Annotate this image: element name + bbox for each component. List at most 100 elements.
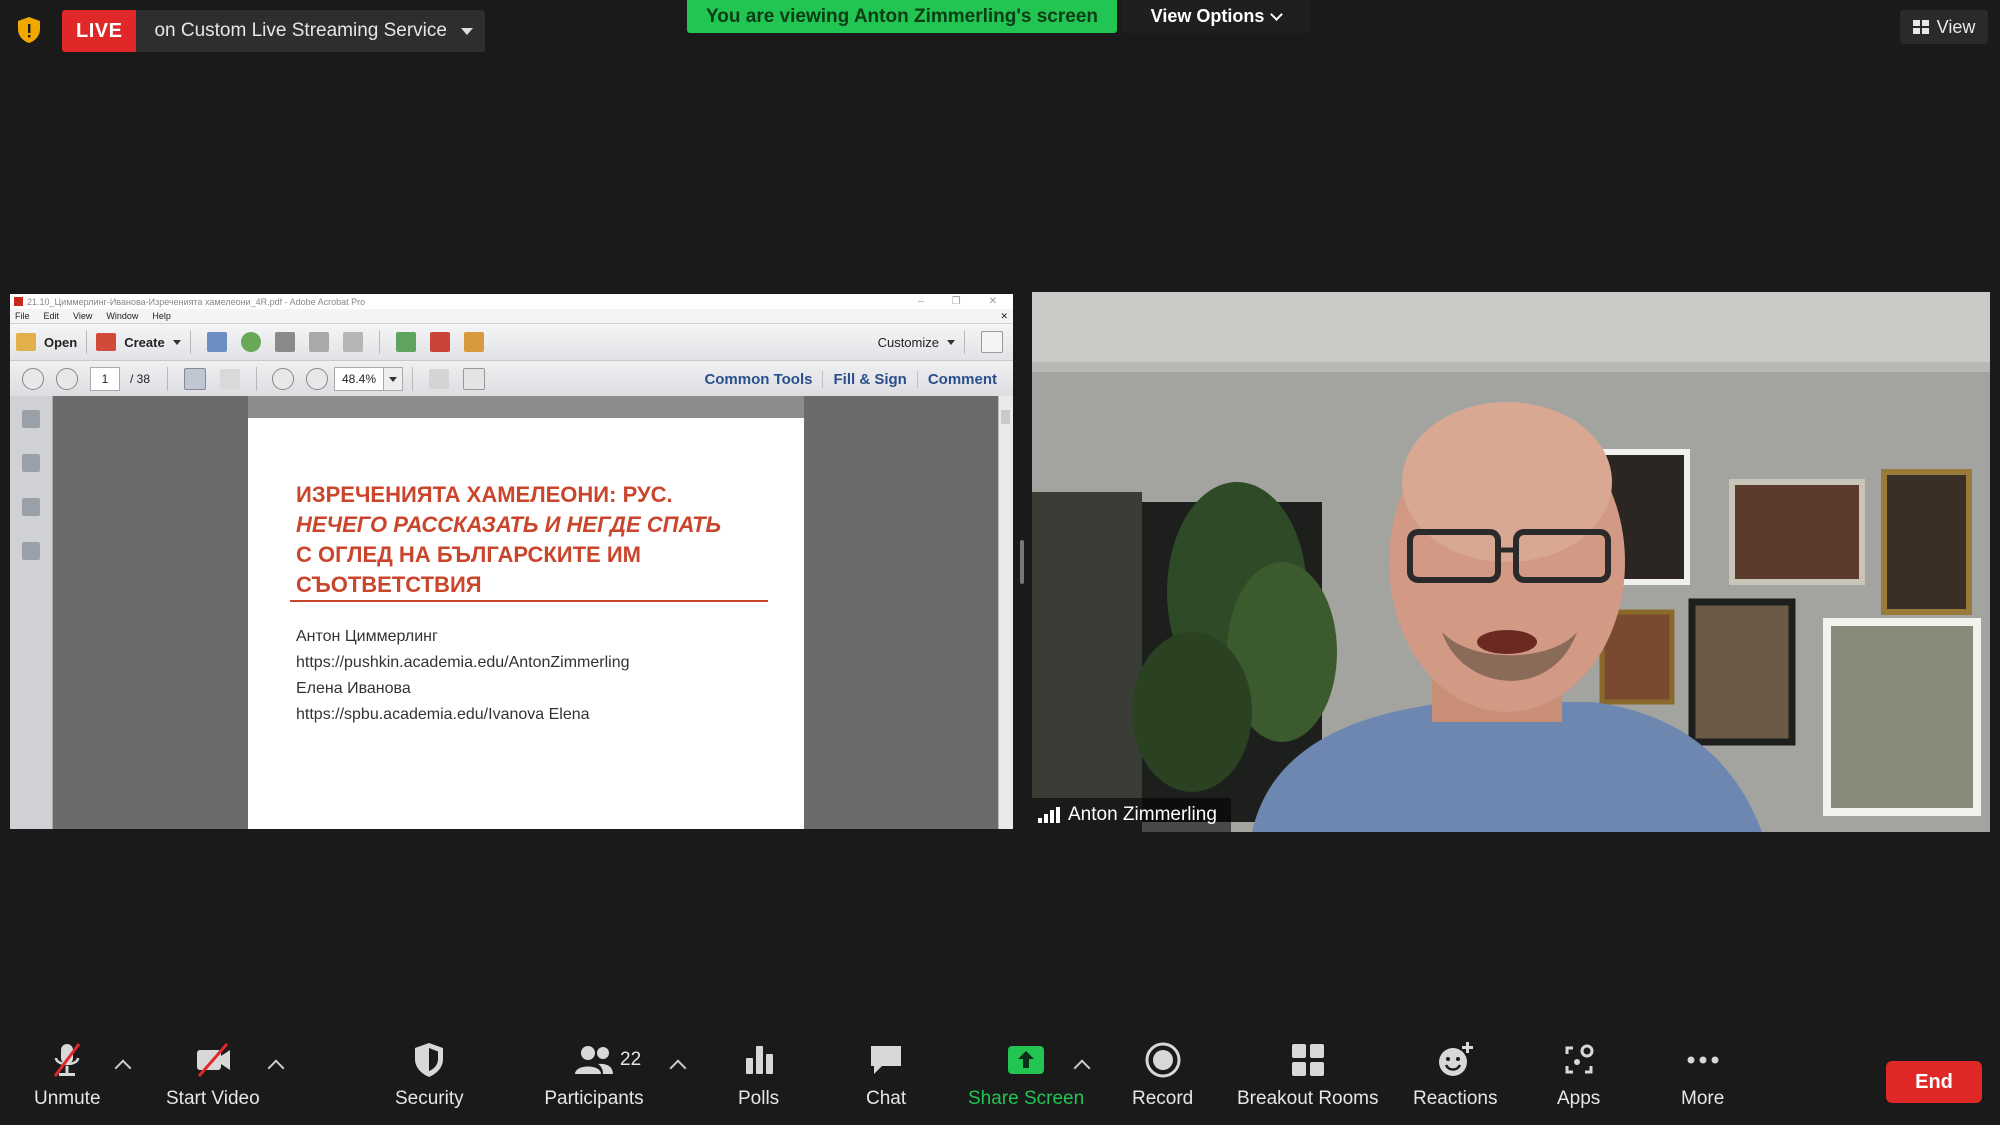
- page-gap: [248, 396, 804, 418]
- save-icon[interactable]: [206, 332, 227, 352]
- viewing-screen-banner: You are viewing Anton Zimmerling's scree…: [687, 0, 1117, 33]
- caret-down-icon: [947, 339, 955, 345]
- breakout-rooms-grid-icon: [1291, 1044, 1324, 1076]
- upload-cloud-icon[interactable]: [240, 332, 261, 352]
- customize-button[interactable]: Customize: [878, 335, 955, 350]
- previous-page-icon[interactable]: [22, 368, 44, 390]
- menu-help[interactable]: Help: [152, 311, 171, 321]
- menu-edit[interactable]: Edit: [44, 311, 60, 321]
- fill-sign-link[interactable]: Fill & Sign: [822, 370, 916, 388]
- participants-label: Participants: [544, 1088, 644, 1109]
- edit-icon[interactable]: [308, 332, 329, 352]
- expand-icon[interactable]: [981, 331, 1003, 353]
- hand-tool-icon[interactable]: [220, 369, 241, 389]
- live-stream-indicator[interactable]: LIVE on Custom Live Streaming Service: [62, 10, 485, 52]
- reactions-smiley-icon: [1439, 1042, 1474, 1076]
- author-name: Елена Иванова: [296, 680, 411, 697]
- page-number-input[interactable]: 1: [90, 367, 120, 391]
- share-icon[interactable]: [463, 332, 484, 352]
- participants-button[interactable]: 22 Participants: [544, 1040, 644, 1110]
- chat-button[interactable]: Chat: [866, 1040, 906, 1110]
- close-document-icon[interactable]: ✕: [1000, 311, 1013, 322]
- minimize-icon[interactable]: –: [918, 296, 924, 307]
- reactions-button[interactable]: Reactions: [1413, 1040, 1498, 1110]
- apps-label: Apps: [1557, 1088, 1601, 1109]
- open-button[interactable]: Open: [16, 333, 77, 351]
- fit-width-icon[interactable]: [429, 369, 450, 389]
- pdf-title-line: НЕЧЕГО РАССКАЗАТЬ И НЕГДЕ СПАТЬ: [296, 512, 722, 537]
- apps-button[interactable]: Apps: [1557, 1040, 1600, 1110]
- participant-name-tag: Anton Zimmerling: [1032, 798, 1231, 832]
- microphone-muted-icon: [54, 1043, 81, 1077]
- chat-bubble-icon: [871, 1046, 902, 1074]
- attachment-icon[interactable]: [22, 498, 40, 516]
- unmute-button[interactable]: Unmute: [34, 1040, 101, 1110]
- create-label: Create: [124, 334, 165, 350]
- breakout-rooms-label: Breakout Rooms: [1237, 1088, 1379, 1109]
- start-video-button[interactable]: Start Video: [166, 1040, 260, 1110]
- common-tools-link[interactable]: Common Tools: [694, 371, 822, 388]
- restore-icon[interactable]: ❐: [952, 296, 961, 307]
- document-scrollbar[interactable]: [998, 396, 1013, 829]
- shared-screen[interactable]: 21.10_Циммерлинг-Иванова-Изреченията хам…: [10, 294, 1013, 829]
- participant-video[interactable]: Anton Zimmerling: [1032, 292, 1990, 832]
- close-window-icon[interactable]: ✕: [989, 296, 997, 307]
- share-screen-button[interactable]: Share Screen: [968, 1040, 1084, 1110]
- grid-icon: [1912, 20, 1929, 34]
- record-button[interactable]: Record: [1132, 1040, 1193, 1110]
- zoom-out-icon[interactable]: [272, 368, 295, 390]
- live-badge: LIVE: [62, 10, 137, 52]
- pdf-title-line: СЪОТВЕТСТВИЯ: [296, 572, 482, 597]
- participants-options-chevron[interactable]: [669, 1059, 687, 1077]
- security-label: Security: [395, 1088, 464, 1109]
- select-tool-icon[interactable]: [184, 368, 207, 390]
- end-meeting-button[interactable]: End: [1886, 1061, 1982, 1103]
- menu-view[interactable]: View: [73, 311, 92, 321]
- export-icon[interactable]: [395, 332, 416, 352]
- zoom-level-input[interactable]: 48.4%: [334, 367, 385, 391]
- video-options-chevron[interactable]: [267, 1059, 285, 1077]
- polls-button[interactable]: Polls: [738, 1040, 779, 1110]
- signal-strength-icon: [1038, 807, 1060, 823]
- acrobat-window-title: 21.10_Циммерлинг-Иванова-Изреченията хам…: [27, 296, 366, 307]
- pages-icon[interactable]: [22, 410, 40, 428]
- audio-options-chevron[interactable]: [114, 1059, 132, 1077]
- zoom-dropdown[interactable]: [384, 367, 404, 391]
- fit-page-icon[interactable]: [463, 368, 486, 390]
- view-options-button[interactable]: View Options: [1121, 0, 1311, 33]
- open-label: Open: [44, 334, 78, 350]
- zoom-in-icon[interactable]: [306, 368, 329, 390]
- split-view-handle[interactable]: [1020, 540, 1024, 584]
- menu-file[interactable]: File: [15, 311, 30, 321]
- delete-page-icon[interactable]: [429, 332, 450, 352]
- participants-icon-group: 22: [544, 1040, 644, 1080]
- chat-label: Chat: [866, 1088, 907, 1109]
- menu-window[interactable]: Window: [106, 311, 138, 321]
- signature-icon[interactable]: [22, 542, 40, 560]
- navigation-pane: [10, 396, 53, 829]
- start-video-label: Start Video: [166, 1088, 260, 1109]
- caret-down-icon: [172, 339, 181, 345]
- view-options-label: View Options: [1150, 6, 1265, 26]
- comment-link[interactable]: Comment: [916, 370, 1007, 388]
- page-total: / 38: [130, 372, 151, 386]
- chevron-down-icon: [1270, 8, 1284, 21]
- print-icon[interactable]: [274, 332, 295, 352]
- acrobat-menu-bar: File Edit View Window Help ✕: [10, 309, 1013, 324]
- next-page-icon[interactable]: [56, 368, 78, 390]
- email-icon[interactable]: [342, 332, 363, 352]
- video-camera-off-icon: [196, 1043, 230, 1077]
- acrobat-document-area[interactable]: ИЗРЕЧЕНИЯТА ХАМЕЛЕОНИ: РУС. НЕЧЕГО РАССК…: [10, 396, 1013, 829]
- security-shield-icon[interactable]: [16, 16, 42, 44]
- bookmark-icon[interactable]: [22, 454, 40, 472]
- breakout-rooms-button[interactable]: Breakout Rooms: [1237, 1040, 1379, 1110]
- create-button[interactable]: Create: [96, 333, 181, 351]
- acrobat-nav-toolbar: 1 / 38 48.4% Common Tools Fill & Sign Co…: [10, 361, 1013, 398]
- security-button[interactable]: Security: [395, 1040, 464, 1110]
- view-layout-button[interactable]: View: [1900, 10, 1988, 44]
- scroll-thumb[interactable]: [1001, 410, 1010, 424]
- customize-label: Customize: [877, 334, 939, 350]
- more-button[interactable]: More: [1681, 1040, 1724, 1110]
- window-controls: – ❐ ✕: [918, 296, 1013, 307]
- live-service-dropdown[interactable]: on Custom Live Streaming Service: [136, 10, 485, 52]
